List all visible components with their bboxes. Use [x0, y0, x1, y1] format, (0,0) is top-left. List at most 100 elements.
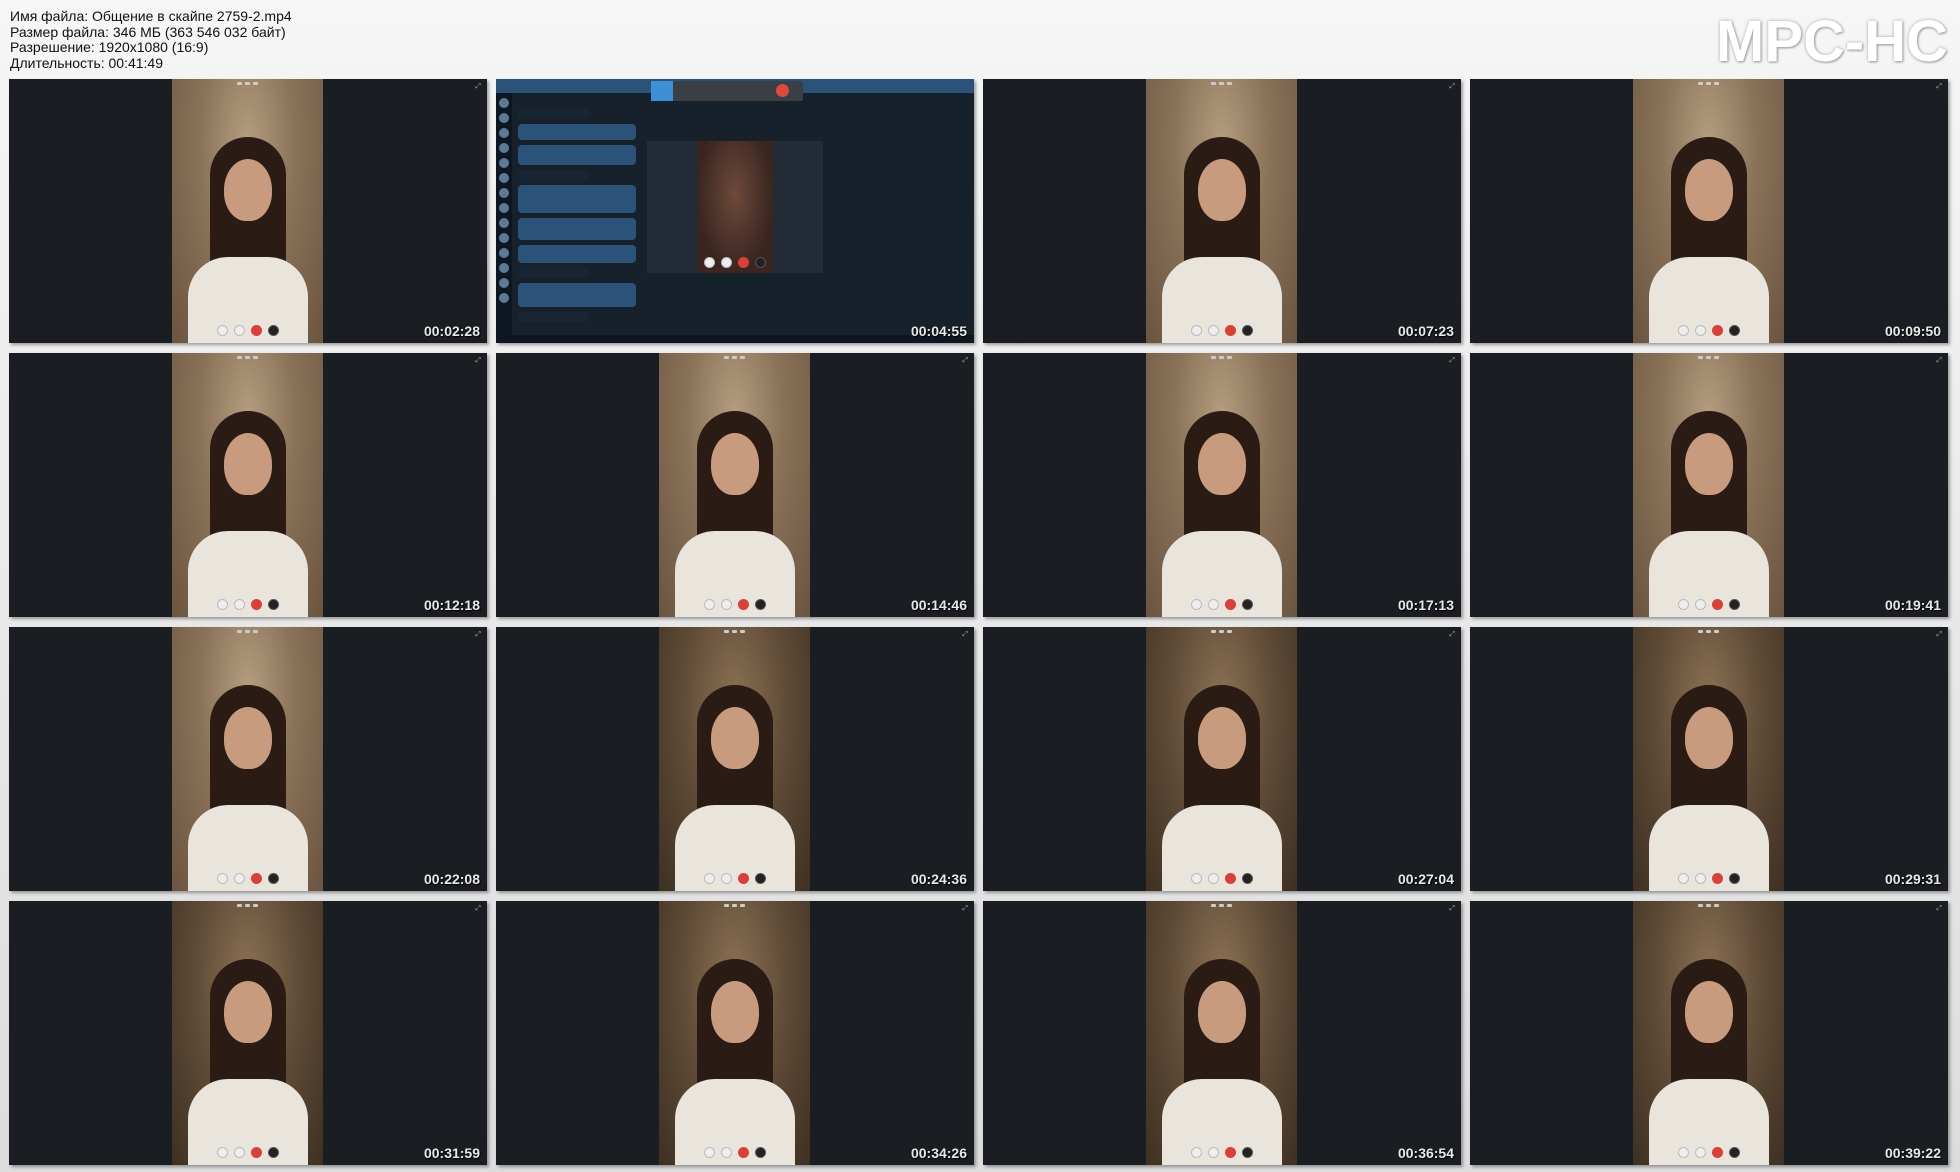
- microphone-icon[interactable]: [1241, 599, 1253, 610]
- expand-icon[interactable]: ⤢: [475, 82, 481, 91]
- thumbnail-frame[interactable]: ⤢ 00:27:04: [983, 627, 1461, 891]
- microphone-icon[interactable]: [267, 599, 279, 610]
- end-call-icon[interactable]: [738, 257, 749, 268]
- mute-icon[interactable]: [720, 599, 732, 610]
- thumbnail-frame[interactable]: ⤢ 00:09:50: [1470, 79, 1948, 343]
- microphone-icon[interactable]: [754, 599, 766, 610]
- camera-icon[interactable]: [1677, 599, 1689, 610]
- microphone-icon[interactable]: [267, 325, 279, 336]
- expand-icon[interactable]: ⤢: [475, 904, 481, 913]
- expand-icon[interactable]: ⤢: [1936, 904, 1942, 913]
- mute-icon[interactable]: [233, 325, 245, 336]
- expand-icon[interactable]: ⤢: [475, 356, 481, 365]
- thumbnail-frame[interactable]: 00:04:55: [496, 79, 974, 343]
- expand-icon[interactable]: ⤢: [1449, 356, 1455, 365]
- end-call-icon[interactable]: [1711, 873, 1723, 884]
- end-call-icon[interactable]: [1711, 599, 1723, 610]
- mute-icon[interactable]: [1207, 325, 1219, 336]
- microphone-icon[interactable]: [267, 1147, 279, 1158]
- camera-icon[interactable]: [216, 873, 228, 884]
- end-call-icon[interactable]: [250, 873, 262, 884]
- microphone-icon[interactable]: [1728, 873, 1740, 884]
- mute-icon[interactable]: [720, 873, 732, 884]
- end-call-icon[interactable]: [250, 325, 262, 336]
- camera-icon[interactable]: [703, 873, 715, 884]
- end-call-icon[interactable]: [1711, 1147, 1723, 1158]
- microphone-icon[interactable]: [1241, 1147, 1253, 1158]
- microphone-icon[interactable]: [1241, 325, 1253, 336]
- message-bubble: [518, 145, 636, 165]
- camera-icon[interactable]: [1190, 325, 1202, 336]
- expand-icon[interactable]: ⤢: [962, 356, 968, 365]
- thumbnail-frame[interactable]: ⤢ 00:14:46: [496, 353, 974, 617]
- microphone-icon[interactable]: [755, 257, 766, 268]
- expand-icon[interactable]: ⤢: [1449, 904, 1455, 913]
- thumbnail-frame[interactable]: ⤢ 00:39:22: [1470, 901, 1948, 1165]
- chat-avatar-icon: [499, 143, 509, 153]
- camera-icon[interactable]: [1677, 1147, 1689, 1158]
- thumbnail-frame[interactable]: ⤢ 00:12:18: [9, 353, 487, 617]
- recorder-menu-button[interactable]: [651, 81, 673, 101]
- camera-icon[interactable]: [216, 325, 228, 336]
- expand-icon[interactable]: ⤢: [1449, 82, 1455, 91]
- microphone-icon[interactable]: [1728, 599, 1740, 610]
- expand-icon[interactable]: ⤢: [962, 630, 968, 639]
- expand-icon[interactable]: ⤢: [1449, 630, 1455, 639]
- thumbnail-frame[interactable]: ⤢ 00:36:54: [983, 901, 1461, 1165]
- thumbnail-frame[interactable]: ⤢ 00:31:59: [9, 901, 487, 1165]
- end-call-icon[interactable]: [1224, 599, 1236, 610]
- microphone-icon[interactable]: [1241, 873, 1253, 884]
- mute-icon[interactable]: [1694, 325, 1706, 336]
- expand-icon[interactable]: ⤢: [1936, 630, 1942, 639]
- thumbnail-frame[interactable]: ⤢ 00:19:41: [1470, 353, 1948, 617]
- thumbnail-frame[interactable]: ⤢ 00:34:26: [496, 901, 974, 1165]
- end-call-icon[interactable]: [1224, 873, 1236, 884]
- mute-icon[interactable]: [233, 599, 245, 610]
- mute-icon[interactable]: [233, 873, 245, 884]
- end-call-icon[interactable]: [1711, 325, 1723, 336]
- timestamp: 00:02:28: [423, 323, 480, 339]
- mute-icon[interactable]: [721, 257, 732, 268]
- expand-icon[interactable]: ⤢: [1936, 82, 1942, 91]
- thumbnail-frame[interactable]: ⤢ 00:22:08: [9, 627, 487, 891]
- camera-icon[interactable]: [704, 257, 715, 268]
- end-call-icon[interactable]: [737, 873, 749, 884]
- mute-icon[interactable]: [1207, 599, 1219, 610]
- thumbnail-frame[interactable]: ⤢ 00:17:13: [983, 353, 1461, 617]
- camera-icon[interactable]: [703, 599, 715, 610]
- expand-icon[interactable]: ⤢: [962, 904, 968, 913]
- mute-icon[interactable]: [1207, 1147, 1219, 1158]
- camera-icon[interactable]: [1677, 325, 1689, 336]
- mute-icon[interactable]: [1207, 873, 1219, 884]
- microphone-icon[interactable]: [1728, 1147, 1740, 1158]
- microphone-icon[interactable]: [1728, 325, 1740, 336]
- mute-icon[interactable]: [233, 1147, 245, 1158]
- microphone-icon[interactable]: [267, 873, 279, 884]
- microphone-icon[interactable]: [754, 1147, 766, 1158]
- end-call-icon[interactable]: [250, 1147, 262, 1158]
- mute-icon[interactable]: [1694, 873, 1706, 884]
- end-call-icon[interactable]: [737, 1147, 749, 1158]
- expand-icon[interactable]: ⤢: [475, 630, 481, 639]
- camera-icon[interactable]: [1677, 873, 1689, 884]
- thumbnail-frame[interactable]: ⤢ 00:02:28: [9, 79, 487, 343]
- microphone-icon[interactable]: [754, 873, 766, 884]
- camera-icon[interactable]: [1190, 1147, 1202, 1158]
- end-call-icon[interactable]: [1224, 325, 1236, 336]
- camera-icon[interactable]: [216, 599, 228, 610]
- camera-icon[interactable]: [1190, 873, 1202, 884]
- thumbnail-frame[interactable]: ⤢ 00:24:36: [496, 627, 974, 891]
- camera-icon[interactable]: [216, 1147, 228, 1158]
- camera-icon[interactable]: [1190, 599, 1202, 610]
- end-call-icon[interactable]: [1224, 1147, 1236, 1158]
- camera-icon[interactable]: [703, 1147, 715, 1158]
- thumbnail-frame[interactable]: ⤢ 00:29:31: [1470, 627, 1948, 891]
- mute-icon[interactable]: [1694, 599, 1706, 610]
- mute-icon[interactable]: [1694, 1147, 1706, 1158]
- end-call-icon[interactable]: [250, 599, 262, 610]
- record-icon[interactable]: [776, 84, 789, 97]
- end-call-icon[interactable]: [737, 599, 749, 610]
- expand-icon[interactable]: ⤢: [1936, 356, 1942, 365]
- mute-icon[interactable]: [720, 1147, 732, 1158]
- thumbnail-frame[interactable]: ⤢ 00:07:23: [983, 79, 1461, 343]
